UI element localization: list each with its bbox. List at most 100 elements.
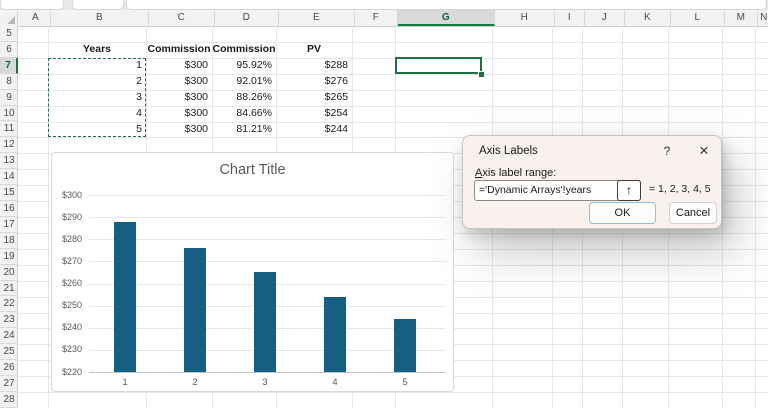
row-header-28[interactable]: 28: [0, 392, 18, 408]
col-header-J[interactable]: J: [585, 10, 625, 26]
cell-B7[interactable]: 1: [48, 58, 146, 74]
help-icon[interactable]: ?: [659, 144, 675, 158]
y-axis-tick-label: $260: [52, 278, 82, 288]
fx-button[interactable]: [72, 0, 124, 10]
cell-C10[interactable]: $300: [146, 106, 212, 122]
chart-gridline: [89, 195, 446, 196]
row-header-20[interactable]: 20: [0, 265, 18, 281]
row-header-9[interactable]: 9: [0, 90, 18, 106]
col-header-I[interactable]: I: [555, 10, 585, 26]
row-header-12[interactable]: 12: [0, 137, 18, 153]
cell-D9[interactable]: 88.26%: [212, 90, 276, 106]
x-axis-tick-label: 1: [105, 377, 145, 388]
col-header-N[interactable]: N: [758, 10, 768, 26]
col-header-H[interactable]: H: [495, 10, 555, 26]
active-cell[interactable]: [395, 57, 482, 74]
select-all-corner[interactable]: [0, 10, 18, 26]
cell-C9[interactable]: $300: [146, 90, 212, 106]
cell-E11[interactable]: $244: [276, 122, 352, 138]
row-header-14[interactable]: 14: [0, 169, 18, 185]
bar-4[interactable]: [324, 297, 346, 372]
close-icon[interactable]: ✕: [695, 143, 713, 158]
row-header-13[interactable]: 13: [0, 153, 18, 169]
cell-E7[interactable]: $288: [276, 58, 352, 74]
cell-E10[interactable]: $254: [276, 106, 352, 122]
row-header-10[interactable]: 10: [0, 106, 18, 122]
y-axis-tick-label: $240: [52, 322, 82, 332]
row-header-24[interactable]: 24: [0, 328, 18, 344]
cell-C8[interactable]: $300: [146, 74, 212, 90]
cell-D8[interactable]: 92.01%: [212, 74, 276, 90]
col-header-M[interactable]: M: [725, 10, 758, 26]
y-axis-tick-label: $270: [52, 256, 82, 266]
formula-bar[interactable]: [126, 0, 767, 10]
x-axis-tick-label: 5: [385, 377, 425, 388]
cell-C11[interactable]: $300: [146, 122, 212, 138]
cell-B11[interactable]: 5: [48, 122, 146, 138]
row-header-7[interactable]: 7: [0, 58, 18, 74]
cell-D7[interactable]: 95.92%: [212, 58, 276, 74]
row-header-26[interactable]: 26: [0, 360, 18, 376]
y-axis-tick-label: $220: [52, 367, 82, 377]
cell-E9[interactable]: $265: [276, 90, 352, 106]
ok-button[interactable]: OK: [589, 202, 656, 224]
table-header-pv[interactable]: PV: [276, 42, 352, 58]
table-header-commission[interactable]: Commission: [146, 42, 212, 58]
cell-B8[interactable]: 2: [48, 74, 146, 90]
column-headers: ABCDEFGHIJKLMN: [0, 10, 768, 27]
row-header-11[interactable]: 11: [0, 121, 18, 137]
row-header-23[interactable]: 23: [0, 312, 18, 328]
table-header-commission[interactable]: Commission: [212, 42, 276, 58]
cancel-button[interactable]: Cancel: [669, 202, 717, 224]
cell-B10[interactable]: 4: [48, 106, 146, 122]
y-axis-tick-label: $300: [52, 190, 82, 200]
excel-window: ABCDEFGHIJKLMN 5678910111213141516171819…: [0, 0, 768, 408]
axis-labels-dialog[interactable]: Axis Labels ? ✕ Axis label range: ='Dyna…: [462, 135, 722, 229]
row-header-27[interactable]: 27: [0, 376, 18, 392]
row-header-19[interactable]: 19: [0, 249, 18, 265]
col-header-A[interactable]: A: [21, 10, 51, 26]
bar-5[interactable]: [394, 319, 416, 372]
bar-3[interactable]: [254, 272, 276, 372]
axis-label-range-label: Axis label range:: [475, 167, 556, 179]
y-axis-tick-label: $290: [52, 212, 82, 222]
col-header-L[interactable]: L: [671, 10, 725, 26]
cell-D10[interactable]: 84.66%: [212, 106, 276, 122]
row-header-8[interactable]: 8: [0, 74, 18, 90]
row-header-17[interactable]: 17: [0, 217, 18, 233]
x-axis-tick-label: 3: [245, 377, 285, 388]
cell-E8[interactable]: $276: [276, 74, 352, 90]
col-header-F[interactable]: F: [355, 10, 398, 26]
row-header-22[interactable]: 22: [0, 296, 18, 312]
row-headers: 5678910111213141516171819202122232425262…: [0, 26, 18, 408]
y-axis-tick-label: $230: [52, 344, 82, 354]
table-header-years[interactable]: Years: [48, 42, 146, 58]
col-header-B[interactable]: B: [51, 10, 149, 26]
axis-label-range-input[interactable]: ='Dynamic Arrays'!years ↑: [474, 180, 641, 201]
bar-1[interactable]: [114, 222, 136, 372]
row-header-16[interactable]: 16: [0, 201, 18, 217]
x-axis-tick-label: 4: [315, 377, 355, 388]
row-header-25[interactable]: 25: [0, 344, 18, 360]
name-box[interactable]: [0, 0, 64, 10]
cell-D11[interactable]: 81.21%: [212, 122, 276, 138]
col-header-E[interactable]: E: [279, 10, 355, 26]
fill-handle[interactable]: [478, 71, 485, 78]
row-header-18[interactable]: 18: [0, 233, 18, 249]
range-formula-text: ='Dynamic Arrays'!years: [479, 181, 591, 200]
row-header-15[interactable]: 15: [0, 185, 18, 201]
bar-chart[interactable]: Chart Title $300$290$280$270$260$250$240…: [51, 152, 454, 392]
cell-B9[interactable]: 3: [48, 90, 146, 106]
bar-2[interactable]: [184, 248, 206, 372]
chart-title[interactable]: Chart Title: [52, 162, 453, 178]
col-header-C[interactable]: C: [149, 10, 215, 26]
range-picker-button[interactable]: ↑: [617, 180, 641, 201]
x-axis-tick-label: 2: [175, 377, 215, 388]
row-header-5[interactable]: 5: [0, 26, 18, 42]
col-header-G[interactable]: G: [398, 10, 495, 26]
row-header-21[interactable]: 21: [0, 281, 18, 297]
cell-C7[interactable]: $300: [146, 58, 212, 74]
col-header-D[interactable]: D: [215, 10, 279, 26]
col-header-K[interactable]: K: [625, 10, 671, 26]
row-header-6[interactable]: 6: [0, 42, 18, 58]
